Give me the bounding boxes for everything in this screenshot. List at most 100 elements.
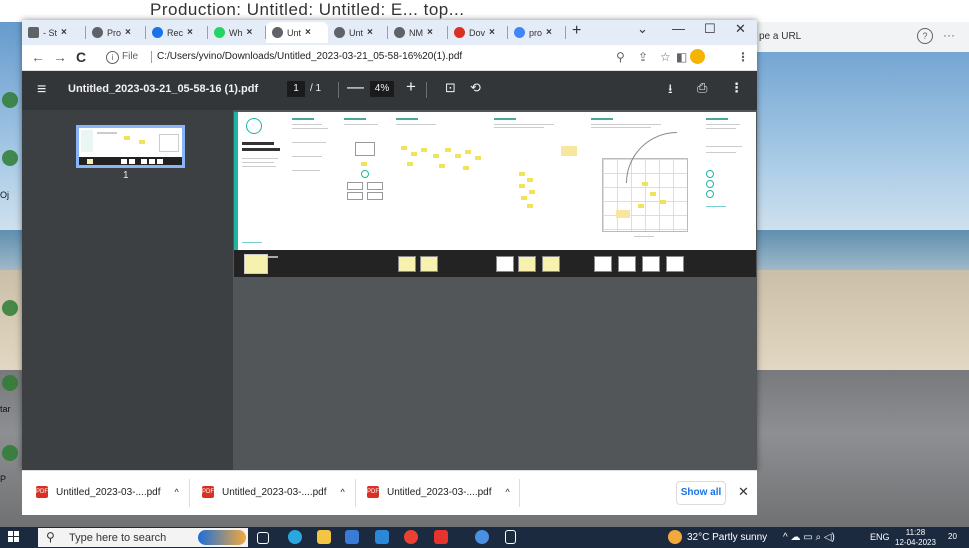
- mail-icon[interactable]: [375, 530, 389, 544]
- browser-tab[interactable]: pro ×: [508, 22, 566, 43]
- browser-tab[interactable]: NM ×: [388, 22, 448, 43]
- task-view-icon[interactable]: [257, 532, 269, 544]
- chrome-menu-icon[interactable]: ⋮: [737, 50, 749, 64]
- show-all-downloads-button[interactable]: Show all: [676, 481, 726, 505]
- browser-tab[interactable]: - St ×: [22, 22, 86, 43]
- browser-tab[interactable]: Pro ×: [86, 22, 146, 43]
- side-panel-icon[interactable]: ◧: [676, 50, 687, 64]
- tab-close-icon[interactable]: ×: [489, 27, 495, 38]
- clock-time: 11:28: [905, 528, 926, 537]
- page-thumbnail[interactable]: [76, 125, 185, 168]
- clock-date: 12-04-2023: [895, 538, 936, 547]
- more-icon[interactable]: ···: [943, 28, 955, 42]
- rotate-icon[interactable]: ⟲: [470, 80, 481, 96]
- weather-text[interactable]: 32°C Partly sunny: [687, 532, 767, 543]
- new-tab-button[interactable]: +: [572, 22, 581, 40]
- edge-icon[interactable]: [288, 530, 302, 544]
- taskbar-clock[interactable]: 11:28 12-04-2023: [895, 528, 936, 548]
- desktop-shortcut-icon[interactable]: [2, 445, 18, 461]
- downloads-bar: PDF Untitled_2023-03-....pdf ^ PDF Untit…: [22, 470, 757, 515]
- windows-taskbar: ⚲ Type here to search 32°C Partly sunny …: [0, 527, 969, 548]
- desktop-shortcut-icon[interactable]: [2, 92, 18, 108]
- browser-tab-active[interactable]: Unt ×: [266, 22, 328, 43]
- tab-close-icon[interactable]: ×: [367, 27, 373, 38]
- browser-tab[interactable]: Unt ×: [328, 22, 388, 43]
- thumbnail-page-number: 1: [123, 170, 129, 181]
- share-icon[interactable]: ⇪: [638, 50, 648, 64]
- minimize-button[interactable]: —: [672, 21, 685, 36]
- tab-favicon-icon: [28, 27, 39, 38]
- zoom-out-button[interactable]: —: [347, 77, 364, 97]
- pdf-document-canvas[interactable]: [233, 110, 757, 470]
- browser-tab[interactable]: Rec ×: [146, 22, 208, 43]
- back-button[interactable]: ←: [31, 49, 45, 65]
- board-frame-intro: [234, 112, 288, 250]
- page-count: / 1: [310, 83, 322, 94]
- fit-to-page-icon[interactable]: ⊡: [445, 80, 456, 96]
- tab-title: Unt: [287, 27, 302, 38]
- tab-close-icon[interactable]: ×: [187, 27, 193, 38]
- download-item[interactable]: PDF Untitled_2023-03-....pdf ^: [36, 486, 179, 498]
- tab-favicon-icon: [92, 27, 103, 38]
- zoom-icon[interactable]: ⚲: [616, 50, 625, 64]
- close-window-button[interactable]: ✕: [735, 21, 746, 37]
- notepad-icon[interactable]: [505, 530, 516, 544]
- chrome-active-icon[interactable]: [475, 530, 489, 544]
- help-icon[interactable]: ?: [917, 28, 933, 44]
- browser-tab[interactable]: Dov ×: [448, 22, 508, 43]
- print-icon[interactable]: ⎙: [697, 80, 707, 96]
- download-filename: Untitled_2023-03-....pdf: [222, 486, 327, 498]
- tab-close-icon[interactable]: ×: [546, 27, 552, 38]
- chrome-icon[interactable]: [404, 530, 418, 544]
- chevron-up-icon[interactable]: ^: [341, 487, 345, 497]
- start-button[interactable]: [8, 531, 20, 543]
- tab-close-icon[interactable]: ×: [247, 27, 253, 38]
- more-actions-icon[interactable]: ⋮: [730, 80, 743, 96]
- store-icon[interactable]: [345, 530, 359, 544]
- pdf-file-icon: PDF: [202, 486, 214, 498]
- address-bar[interactable]: i File C:/Users/yvino/Downloads/Untitled…: [100, 48, 630, 67]
- browser-toolbar: ← → C i File C:/Users/yvino/Downloads/Un…: [22, 45, 757, 71]
- download-item[interactable]: PDF Untitled_2023-03-....pdf ^: [202, 486, 345, 498]
- tab-favicon-icon: [152, 27, 163, 38]
- chevron-up-icon[interactable]: ^: [175, 487, 179, 497]
- page-number-input[interactable]: 1: [287, 81, 305, 97]
- tab-title: Wh: [229, 27, 243, 38]
- desktop-shortcut-icon[interactable]: [2, 150, 18, 166]
- desktop-shortcut-label: tar: [0, 404, 11, 414]
- hamburger-menu-icon[interactable]: ≡: [37, 81, 46, 99]
- media-app-icon[interactable]: [434, 530, 448, 544]
- system-tray-icons[interactable]: ^ ☁ ▭ ⌕ ◁): [783, 532, 835, 543]
- tab-close-icon[interactable]: ×: [61, 27, 67, 38]
- browser-tab[interactable]: Wh ×: [208, 22, 266, 43]
- download-item[interactable]: PDF Untitled_2023-03-....pdf ^: [367, 486, 510, 498]
- profile-avatar[interactable]: [690, 49, 705, 64]
- download-icon[interactable]: ⭳: [668, 80, 673, 102]
- tab-title: pro: [529, 27, 543, 38]
- desktop-shortcut-icon[interactable]: [2, 375, 18, 391]
- close-downloads-bar-button[interactable]: ✕: [738, 484, 749, 500]
- bookmark-star-icon[interactable]: ☆: [660, 50, 671, 64]
- board-frame-group: [489, 112, 587, 250]
- file-explorer-icon[interactable]: [317, 530, 331, 544]
- url-text[interactable]: C:/Users/yvino/Downloads/Untitled_2023-0…: [157, 51, 462, 62]
- site-info-icon[interactable]: i: [106, 51, 119, 64]
- forward-button[interactable]: →: [53, 49, 67, 65]
- tab-favicon-icon: [454, 27, 465, 38]
- notification-center-icon[interactable]: 20: [948, 532, 957, 541]
- tab-search-icon[interactable]: ⌄: [637, 21, 648, 37]
- desktop-shortcut-icon[interactable]: [2, 300, 18, 316]
- background-browser-omnibox[interactable]: pe a URL ? ···: [757, 22, 969, 52]
- tab-close-icon[interactable]: ×: [125, 27, 131, 38]
- reload-button[interactable]: C: [76, 49, 86, 65]
- zoom-in-button[interactable]: +: [406, 77, 416, 97]
- tab-close-icon[interactable]: ×: [305, 27, 311, 38]
- taskbar-search-box[interactable]: ⚲ Type here to search: [38, 528, 248, 547]
- download-filename: Untitled_2023-03-....pdf: [56, 486, 161, 498]
- maximize-button[interactable]: ☐: [704, 21, 716, 37]
- chevron-up-icon[interactable]: ^: [506, 487, 510, 497]
- language-indicator[interactable]: ENG: [870, 532, 890, 542]
- tab-close-icon[interactable]: ×: [427, 27, 433, 38]
- zoom-level-input[interactable]: 4%: [370, 81, 394, 97]
- file-scheme-label: File: [122, 51, 139, 62]
